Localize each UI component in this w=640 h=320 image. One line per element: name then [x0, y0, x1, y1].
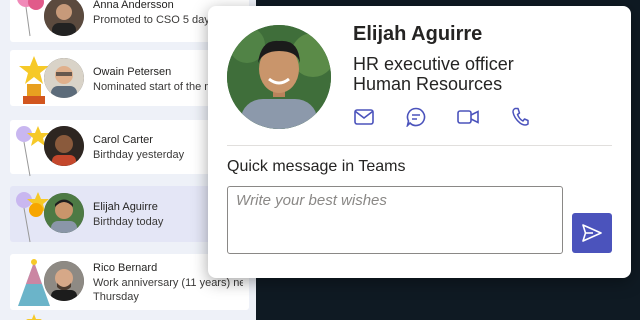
avatar [44, 193, 84, 233]
avatar [44, 0, 84, 36]
send-icon [582, 224, 602, 242]
mail-icon[interactable] [353, 106, 375, 128]
profile-card-popup: Elijah Aguirre HR executive officer Huma… [208, 6, 631, 278]
divider [227, 145, 612, 146]
quick-message-label: Quick message in Teams [227, 158, 406, 175]
profile-job-title: HR executive officer [353, 54, 514, 74]
avatar [44, 261, 84, 301]
list-item-name: Elijah Aguirre [93, 201, 158, 213]
list-item-name: Anna Andersson [93, 0, 174, 11]
list-item-name: Carol Carter [93, 134, 153, 146]
profile-department: Human Resources [353, 74, 503, 94]
balloons-icon [26, 314, 42, 320]
profile-name: Elijah Aguirre [353, 23, 483, 45]
send-button[interactable] [572, 213, 612, 253]
avatar [44, 126, 84, 166]
video-call-icon[interactable] [457, 106, 479, 128]
chat-icon[interactable] [405, 106, 427, 128]
phone-icon[interactable] [509, 106, 531, 128]
list-item-subtitle: Work anniversary (11 years) next [93, 277, 243, 289]
list-item-subtitle-cont: Thursday [93, 291, 139, 303]
profile-avatar [227, 25, 331, 129]
list-item-name: Rico Bernard [93, 262, 158, 274]
quick-message-placeholder: Write your best wishes [236, 192, 387, 209]
list-item-name: Owain Petersen [93, 66, 172, 78]
avatar [44, 58, 84, 98]
